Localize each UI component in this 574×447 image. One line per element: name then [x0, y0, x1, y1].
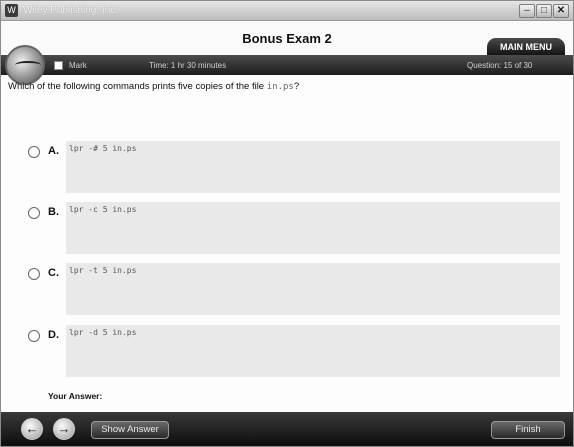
option-c[interactable]: C. lpr -t 5 in.ps	[28, 263, 560, 317]
exam-header: Bonus Exam 2 MAIN MENU	[1, 22, 573, 56]
option-answer-box[interactable]: lpr -# 5 in.ps	[66, 141, 560, 193]
option-code: lpr -c 5 in.ps	[69, 205, 137, 214]
question-prompt: Which of the following commands prints f…	[8, 81, 265, 92]
option-answer-box[interactable]: lpr -t 5 in.ps	[66, 263, 560, 315]
radio-button-a[interactable]	[28, 146, 40, 158]
finish-button[interactable]: Finish	[491, 421, 565, 439]
option-a[interactable]: A. lpr -# 5 in.ps	[28, 141, 560, 195]
title-bar: W Wiley Publishing, Inc. – □ ✕	[1, 1, 573, 21]
globe-logo-icon	[5, 45, 45, 85]
show-answer-button[interactable]: Show Answer	[91, 421, 169, 439]
option-b[interactable]: B. lpr -c 5 in.ps	[28, 202, 560, 256]
option-letter: D.	[48, 329, 59, 341]
option-d[interactable]: D. lpr -d 5 in.ps	[28, 325, 560, 379]
time-remaining: Time: 1 hr 30 minutes	[149, 61, 227, 70]
window-controls: – □ ✕	[519, 4, 569, 18]
minimize-button[interactable]: –	[519, 4, 535, 18]
radio-button-b[interactable]	[28, 207, 40, 219]
option-answer-box[interactable]: lpr -d 5 in.ps	[66, 325, 560, 377]
forward-arrow-icon[interactable]: →	[53, 418, 75, 440]
option-code: lpr -t 5 in.ps	[69, 266, 137, 275]
option-code: lpr -d 5 in.ps	[69, 328, 137, 337]
close-button[interactable]: ✕	[553, 4, 569, 18]
your-answer-label: Your Answer:	[48, 391, 103, 401]
question-file: in.ps	[266, 82, 294, 92]
radio-button-c[interactable]	[28, 268, 40, 280]
option-code: lpr -# 5 in.ps	[69, 144, 137, 153]
back-arrow-icon[interactable]: ←	[21, 418, 43, 440]
option-letter: C.	[48, 267, 59, 279]
question-counter: Question: 15 of 30	[467, 61, 533, 70]
mark-checkbox[interactable]	[54, 61, 63, 70]
bottom-bar: ← → Show Answer Finish	[1, 412, 573, 446]
question-text: Which of the following commands prints f…	[8, 81, 299, 92]
info-bar: Mark Time: 1 hr 30 minutes Question: 15 …	[1, 45, 573, 85]
app-logo-icon: W	[5, 4, 18, 17]
maximize-button[interactable]: □	[536, 4, 552, 18]
option-letter: A.	[48, 145, 59, 157]
option-letter: B.	[48, 206, 59, 218]
main-menu-button[interactable]: MAIN MENU	[487, 38, 565, 56]
window-title: Wiley Publishing, Inc.	[23, 5, 119, 16]
mark-label: Mark	[69, 61, 87, 70]
question-suffix: ?	[293, 81, 300, 92]
radio-button-d[interactable]	[28, 330, 40, 342]
exam-window: W Wiley Publishing, Inc. – □ ✕ Bonus Exa…	[0, 0, 574, 447]
option-answer-box[interactable]: lpr -c 5 in.ps	[66, 202, 560, 254]
